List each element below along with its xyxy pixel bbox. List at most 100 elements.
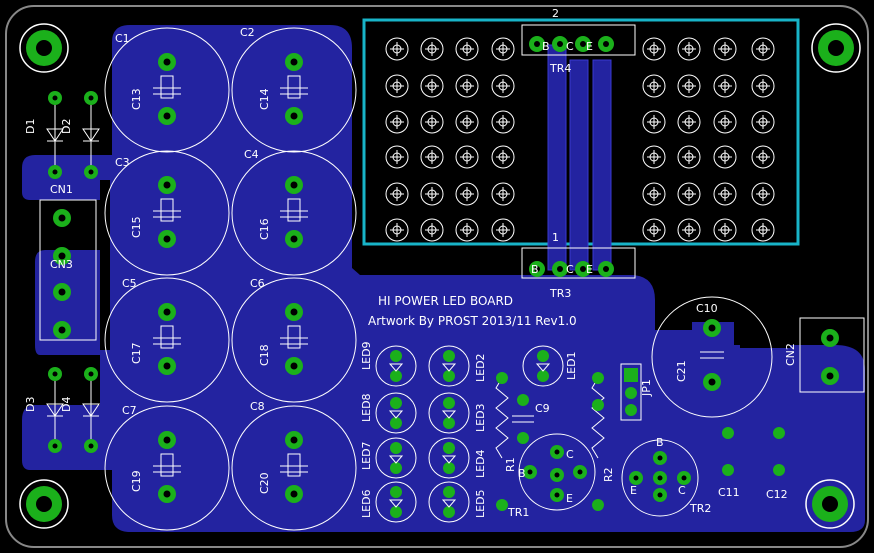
led-array-pad — [455, 145, 479, 169]
r1-pad-bot — [496, 499, 508, 511]
led-array-pad — [677, 145, 701, 169]
label-jp1: JP1 — [640, 379, 653, 397]
label-r2: R2 — [602, 467, 615, 482]
led-array-pad — [642, 182, 666, 206]
led-array-pad — [420, 218, 444, 242]
led-array-pad — [677, 110, 701, 134]
label-led4: LED4 — [474, 449, 487, 478]
tr3-pin-c: C — [566, 263, 574, 276]
label-tr2: TR2 — [689, 502, 711, 515]
led-array-pad — [751, 37, 775, 61]
label-c1: C1 — [115, 32, 130, 45]
led-array-pad — [491, 145, 515, 169]
led-array-pad — [385, 74, 409, 98]
label-c5: C5 — [122, 277, 137, 290]
led-array-pad — [420, 110, 444, 134]
label-led8: LED8 — [360, 393, 373, 422]
tr3-pin-e: E — [586, 263, 593, 276]
mounting-hole — [19, 23, 69, 73]
label-c21: C21 — [675, 360, 688, 382]
label-tr4: TR4 — [549, 62, 571, 75]
label-led1: LED1 — [565, 351, 578, 380]
label-tr1: TR1 — [507, 506, 529, 519]
led-array-pad — [713, 218, 737, 242]
led-array-pad — [420, 74, 444, 98]
tr2-pin-e: E — [630, 484, 637, 497]
label-n2: 2 — [552, 7, 559, 20]
label-led5: LED5 — [474, 489, 487, 518]
label-d3: D3 — [24, 397, 37, 412]
led-array-pad — [455, 110, 479, 134]
led-array-pad — [713, 110, 737, 134]
tr1-pin-b: B — [518, 467, 526, 480]
led-array-pad — [385, 37, 409, 61]
label-c16: C16 — [258, 218, 271, 240]
r2-pad-top — [592, 372, 604, 384]
label-c9: C9 — [535, 402, 550, 415]
tr1-pin-e: E — [566, 492, 573, 505]
led-array-pad — [677, 218, 701, 242]
led-array-pad — [713, 145, 737, 169]
label-c7: C7 — [122, 404, 137, 417]
led-array-pad — [713, 37, 737, 61]
label-c13: C13 — [130, 88, 143, 110]
label-cn3: CN3 — [50, 258, 73, 271]
led-array-pad — [751, 182, 775, 206]
led-array-pad — [455, 182, 479, 206]
label-cn1: CN1 — [50, 183, 73, 196]
label-c2: C2 — [240, 26, 255, 39]
led-array-pad — [642, 145, 666, 169]
r2-pad-bot — [592, 499, 604, 511]
label-r1: R1 — [504, 457, 517, 472]
led-array-pad — [713, 182, 737, 206]
led-array-pad — [455, 74, 479, 98]
led-array-pad — [642, 37, 666, 61]
led-array-pad — [455, 37, 479, 61]
r1-pad-top — [496, 372, 508, 384]
led-array-pad — [751, 110, 775, 134]
label-led6: LED6 — [360, 489, 373, 518]
tr4-pin-e: E — [586, 40, 593, 53]
label-c15: C15 — [130, 216, 143, 238]
led-array-pad — [642, 110, 666, 134]
tr2-pin-c: C — [678, 484, 686, 497]
label-d2: D2 — [60, 119, 73, 134]
label-c11: C11 — [718, 486, 740, 499]
board-artwork: Artwork By PROST 2013/11 Rev1.0 — [368, 314, 577, 328]
led-array-pad — [642, 218, 666, 242]
label-tr3: TR3 — [549, 287, 571, 300]
led-array-pad — [677, 74, 701, 98]
led-array-pad — [455, 218, 479, 242]
led-array-pad — [385, 218, 409, 242]
label-c14: C14 — [258, 88, 271, 110]
led-array-pad — [491, 218, 515, 242]
label-led9: LED9 — [360, 341, 373, 370]
led-array-pad — [491, 37, 515, 61]
tr1-pin-c: C — [566, 448, 574, 461]
label-d4: D4 — [60, 397, 73, 412]
led-array-pad — [677, 37, 701, 61]
mounting-hole — [19, 479, 69, 529]
label-c18: C18 — [258, 344, 271, 366]
tr3-pin-b: B — [531, 263, 539, 276]
label-led3: LED3 — [474, 403, 487, 432]
label-c17: C17 — [130, 342, 143, 364]
led-array-pad — [491, 182, 515, 206]
led-array-pad — [642, 74, 666, 98]
led-array-pad — [420, 182, 444, 206]
label-led7: LED7 — [360, 441, 373, 470]
label-c12: C12 — [766, 488, 788, 501]
pcb-board: C1 C2 C3 C4 C5 C6 C7 C8 C13 C14 C15 C16 … — [0, 0, 874, 553]
label-c6: C6 — [250, 277, 265, 290]
led-array-pad — [713, 74, 737, 98]
led-array-pad — [677, 182, 701, 206]
led-array-pad — [491, 110, 515, 134]
label-n1: 1 — [552, 231, 559, 244]
label-c8: C8 — [250, 400, 265, 413]
led-array-pad — [385, 182, 409, 206]
label-led2: LED2 — [474, 353, 487, 382]
tr4-pin-c: C — [566, 40, 574, 53]
header-pad — [598, 261, 614, 277]
pcb-layout: C1 C2 C3 C4 C5 C6 C7 C8 C13 C14 C15 C16 … — [5, 5, 869, 548]
led-array-pad — [385, 110, 409, 134]
